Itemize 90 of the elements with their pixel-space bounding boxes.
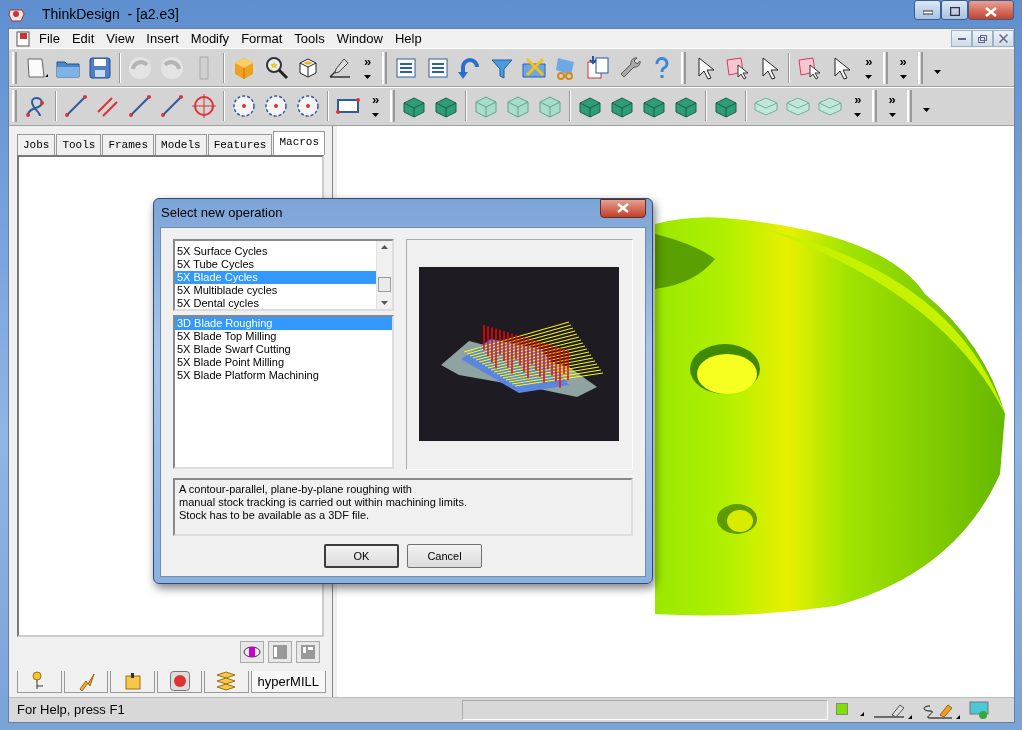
- crosshair-icon[interactable]: [191, 93, 217, 120]
- caret-icon[interactable]: [922, 108, 930, 113]
- menu-item[interactable]: Modify: [184, 29, 236, 48]
- mdi-minimize-button[interactable]: [951, 30, 972, 48]
- bottom-tab[interactable]: [110, 670, 156, 693]
- category-item[interactable]: 5X Tube Cycles: [175, 257, 376, 271]
- overflow-chevron[interactable]: »: [865, 56, 873, 67]
- panel-tab[interactable]: Frames: [102, 133, 155, 156]
- caret-icon[interactable]: [364, 74, 372, 79]
- dialog-title: Select new operation: [161, 204, 284, 223]
- close-button[interactable]: [968, 0, 1014, 20]
- monitor-check-icon[interactable]: [968, 699, 990, 720]
- bottom-tab[interactable]: [63, 670, 109, 693]
- panel-tab[interactable]: Macros: [273, 130, 326, 156]
- menu-item[interactable]: File: [33, 29, 66, 48]
- sheet-pointer-icon[interactable]: [796, 54, 823, 81]
- close-icon: [985, 6, 997, 17]
- maximize-icon: [949, 7, 960, 17]
- scroll-up-icon[interactable]: [380, 244, 388, 249]
- overflow-chevron[interactable]: »: [888, 95, 896, 106]
- mdi-close-button[interactable]: [993, 30, 1014, 48]
- mdi-minimize-icon: [957, 37, 966, 40]
- circle-icon[interactable]: [263, 93, 289, 120]
- menu-item[interactable]: Insert: [140, 29, 185, 48]
- window-title: ThinkDesign - [a2.e3]: [42, 4, 180, 24]
- menu-item[interactable]: Tools: [288, 29, 331, 48]
- caret-icon[interactable]: [854, 113, 862, 118]
- menu-item[interactable]: Window: [330, 29, 389, 48]
- category-item[interactable]: 5X Multiblade cycles: [175, 283, 376, 297]
- bottom-tab[interactable]: [203, 670, 249, 693]
- lamp-icon: [169, 671, 190, 692]
- app-logo-icon: [8, 6, 26, 22]
- category-item[interactable]: 5X Dental cycles: [175, 296, 376, 310]
- bottom-tab[interactable]: [157, 670, 202, 693]
- bottom-tab[interactable]: [17, 670, 62, 693]
- menu-item[interactable]: Help: [388, 29, 428, 48]
- circle-icon[interactable]: [295, 93, 321, 120]
- panel-tool-button[interactable]: [268, 640, 292, 663]
- scroll-down-icon[interactable]: [380, 300, 388, 305]
- dialog-button[interactable]: OK: [324, 543, 399, 568]
- caret-icon[interactable]: [899, 74, 907, 79]
- overflow-chevron[interactable]: »: [854, 95, 862, 106]
- panel-tab[interactable]: Models: [155, 133, 207, 156]
- mdi-restore-icon: [978, 34, 987, 43]
- line-icon[interactable]: [63, 93, 89, 120]
- status-text: For Help, press F1: [17, 701, 126, 720]
- caret-icon[interactable]: [865, 74, 873, 79]
- panel-tool-button[interactable]: [240, 640, 264, 663]
- category-item[interactable]: 5X Surface Cycles: [175, 244, 376, 258]
- panel-tab[interactable]: Features: [207, 133, 273, 156]
- caret-icon[interactable]: [888, 113, 896, 118]
- operation-item[interactable]: 5X Blade Swarf Cutting: [175, 342, 392, 356]
- overflow-chevron[interactable]: »: [364, 56, 372, 67]
- overflow-chevron[interactable]: »: [372, 95, 380, 106]
- operation-item[interactable]: 5X Blade Top Milling: [175, 329, 392, 343]
- operation-item[interactable]: 5X Blade Platform Machining: [175, 368, 392, 382]
- mdi-restore-button[interactable]: [972, 30, 993, 48]
- menu-item[interactable]: Format: [235, 29, 289, 48]
- mdi-close-icon: [999, 34, 1008, 44]
- line-icon[interactable]: [159, 93, 185, 120]
- bottom-tab[interactable]: hyperMILL: [250, 670, 326, 693]
- panel-left-icon: [271, 642, 289, 661]
- operation-item[interactable]: 5X Blade Point Milling: [175, 355, 392, 369]
- dialog-button[interactable]: Cancel: [407, 543, 482, 568]
- minimize-icon: [922, 8, 933, 15]
- overflow-chevron[interactable]: »: [899, 56, 907, 67]
- layers-icon: [216, 671, 237, 692]
- operation-description: A contour-parallel, plane-by-plane roughing with manual stock tracking is carried out within machining limits. Stock has to be available as a 3DF file.: [173, 477, 633, 536]
- panel-tab[interactable]: Tools: [56, 133, 102, 156]
- panel-tab[interactable]: Jobs: [17, 133, 56, 156]
- clipboard-icon: [122, 671, 143, 692]
- scroll-thumb[interactable]: [377, 277, 391, 293]
- menu-item[interactable]: View: [100, 29, 141, 48]
- minimize-button[interactable]: [914, 0, 941, 20]
- menu-item[interactable]: Edit: [65, 29, 101, 48]
- caret-icon[interactable]: [372, 113, 380, 118]
- save-icon[interactable]: [87, 54, 113, 81]
- dialog-close-button[interactable]: [600, 198, 646, 218]
- sheet-pointer-icon[interactable]: [724, 54, 751, 81]
- caret-icon[interactable]: [933, 69, 941, 74]
- document-download-icon[interactable]: [585, 54, 612, 81]
- color-swatch-icon[interactable]: [836, 702, 864, 717]
- scrollbar[interactable]: [375, 240, 392, 309]
- maximize-button[interactable]: [941, 0, 968, 20]
- circle-icon[interactable]: [231, 93, 257, 120]
- panel-top-icon: [299, 642, 317, 661]
- panel-tool-button[interactable]: [296, 640, 320, 663]
- close-icon: [617, 203, 629, 214]
- search-icon[interactable]: [263, 54, 289, 81]
- line-icon[interactable]: [127, 93, 153, 120]
